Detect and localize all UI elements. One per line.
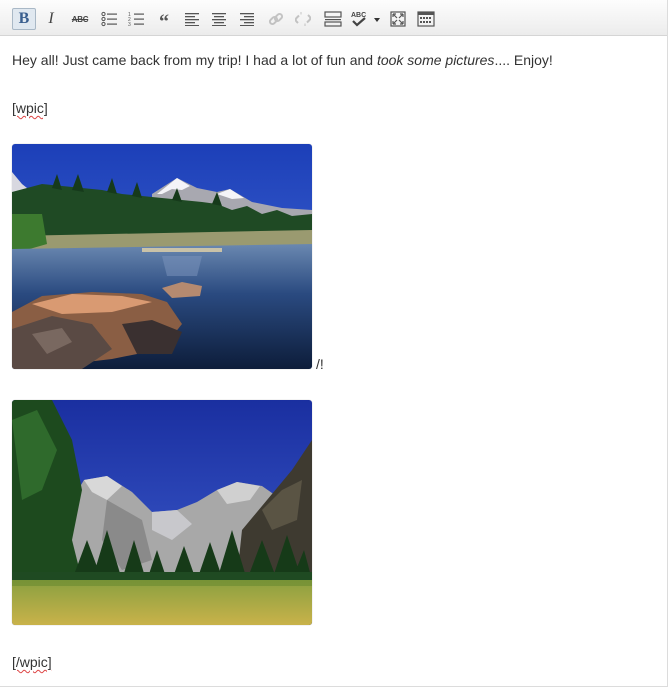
shortcode-open: [wpic] <box>12 100 48 116</box>
intro-tail-text: .... Enjoy! <box>494 52 553 68</box>
editor-content-area[interactable]: Hey all! Just came back from my trip! I … <box>12 0 667 686</box>
intro-paragraph: Hey all! Just came back from my trip! I … <box>12 52 553 68</box>
after-photo-text: /! <box>316 356 324 372</box>
lake-photo[interactable] <box>12 144 312 369</box>
shortcode-close: [/wpic] <box>12 654 52 670</box>
rich-text-editor: B I ABC 1 2 3 “ ABC Hey all! Just came b… <box>0 0 668 687</box>
intro-italic-text: took some pictures <box>376 52 495 68</box>
valley-photo[interactable] <box>12 400 312 625</box>
intro-text: Hey all! Just came back from my trip! I … <box>12 52 377 68</box>
